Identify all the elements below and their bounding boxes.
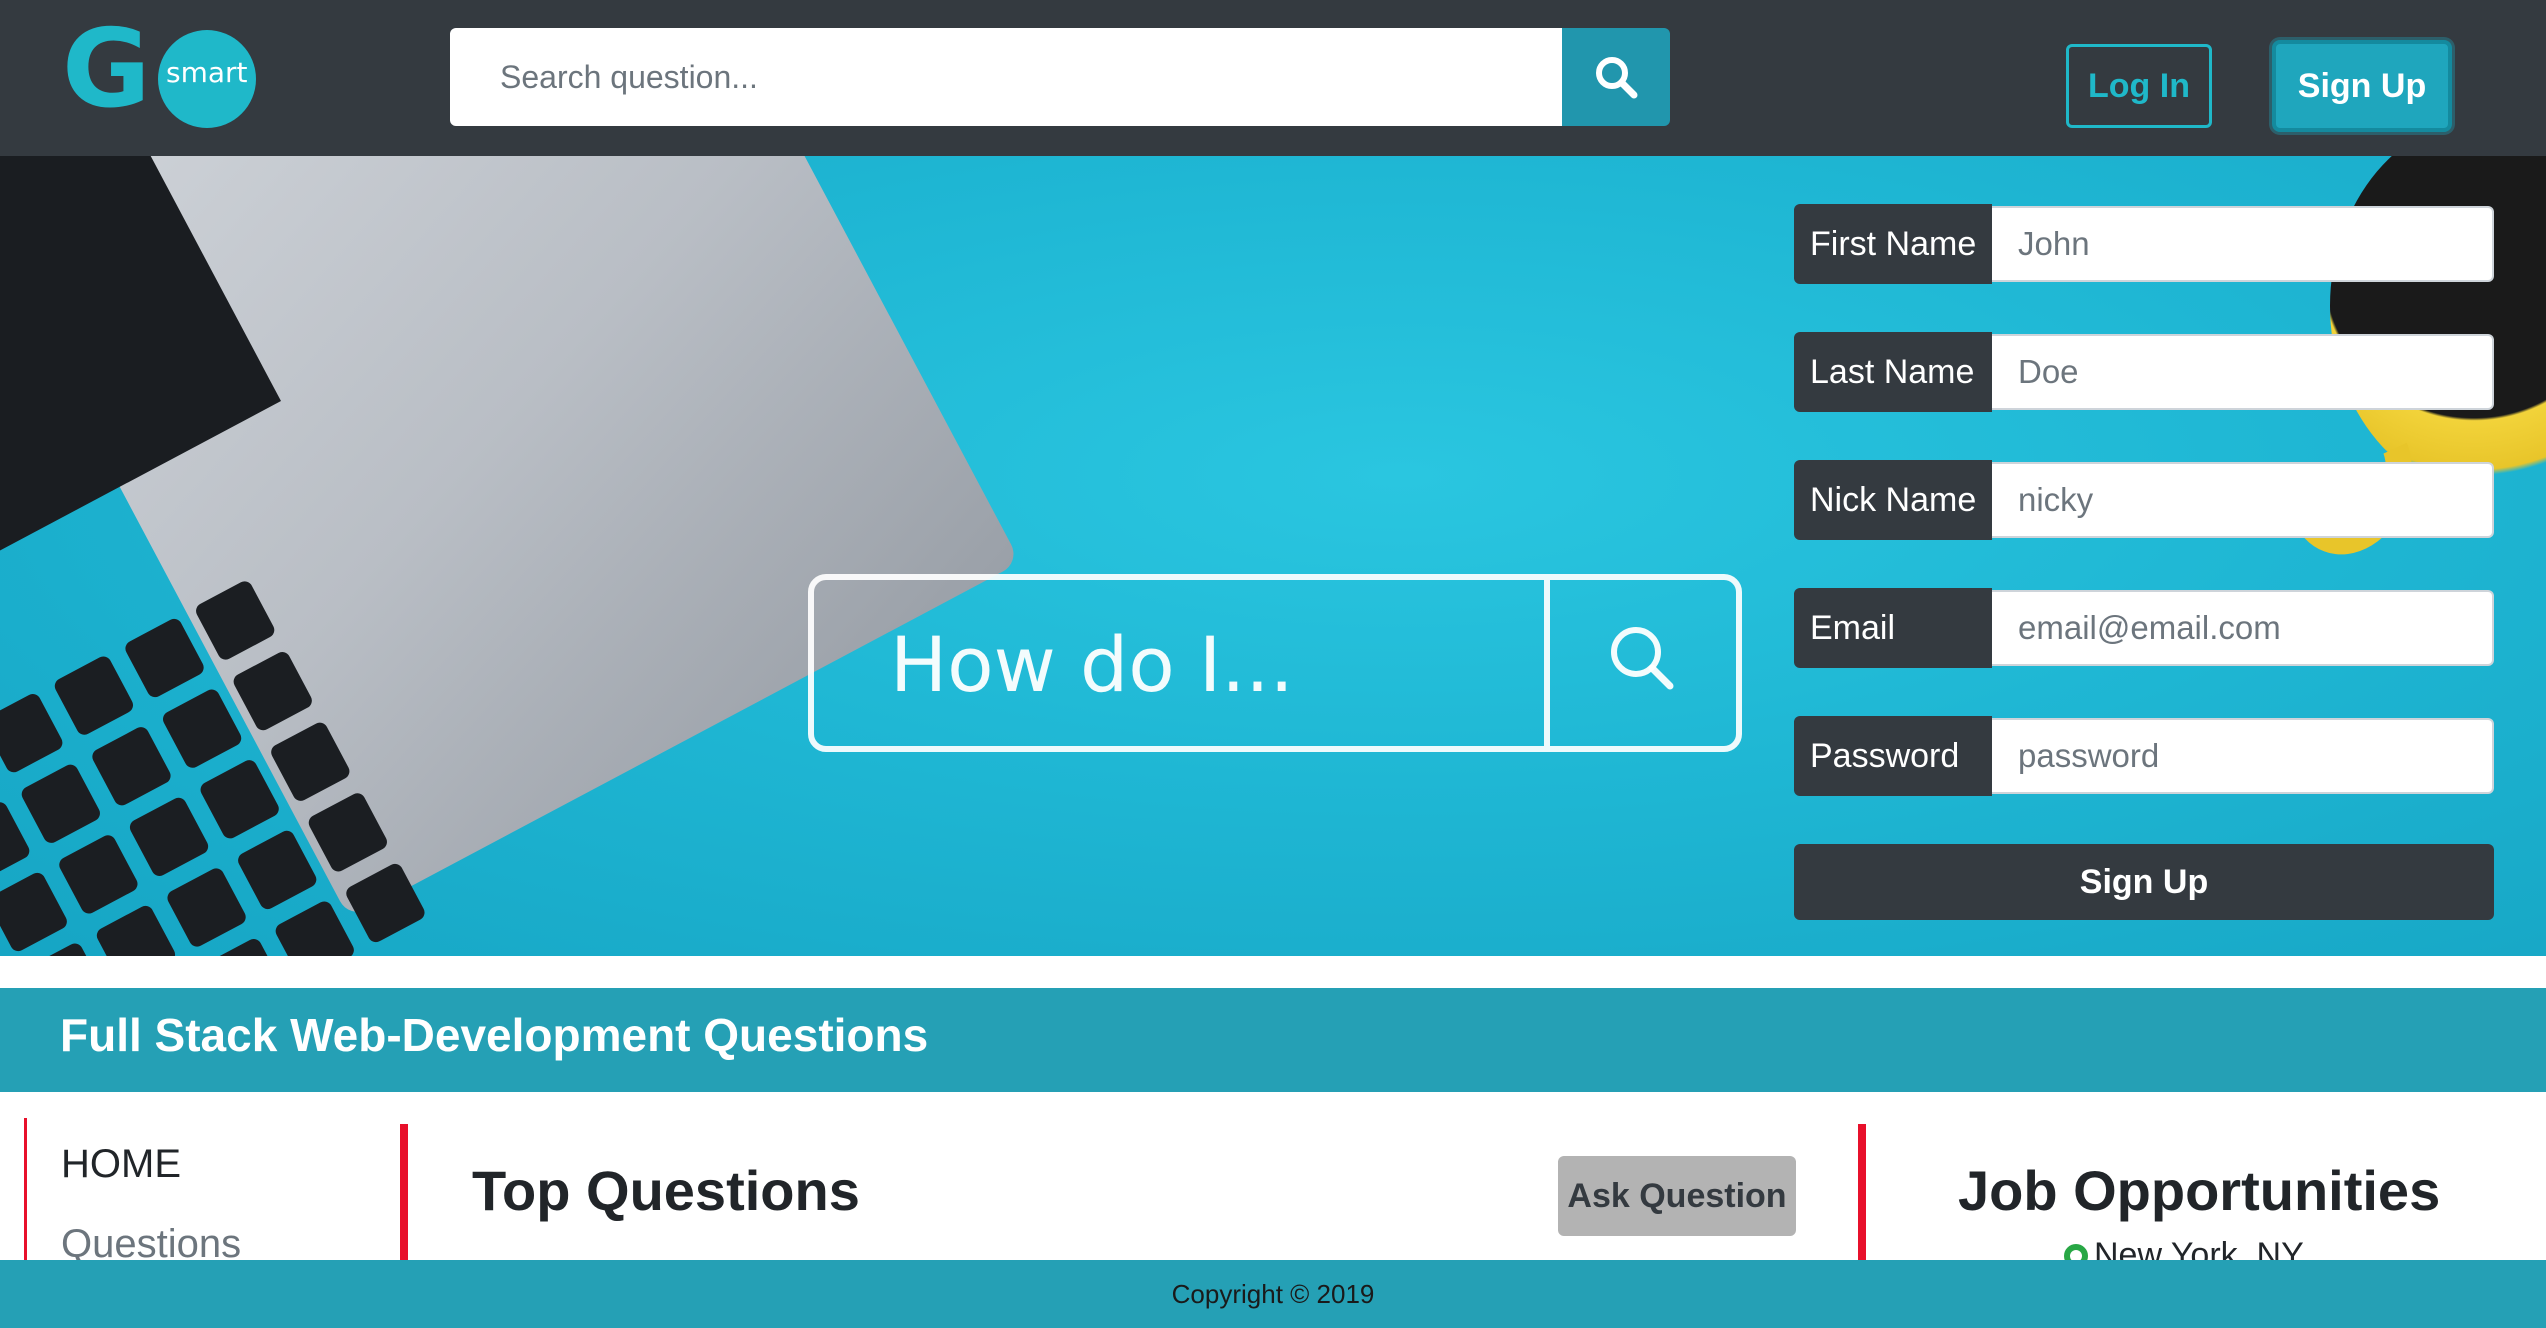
email-field[interactable] bbox=[1992, 590, 2494, 666]
logo-letter-g: G bbox=[62, 7, 151, 132]
nick-name-row: Nick Name bbox=[1794, 460, 2494, 540]
hero-search-graphic: How do I... bbox=[808, 574, 1742, 752]
ask-question-button[interactable]: Ask Question bbox=[1558, 1156, 1796, 1236]
first-name-field[interactable] bbox=[1992, 206, 2494, 282]
navbar: G smart Log In Sign Up bbox=[0, 0, 2546, 156]
search-button[interactable] bbox=[1562, 28, 1670, 126]
password-field[interactable] bbox=[1992, 718, 2494, 794]
section-title: Full Stack Web-Development Questions bbox=[60, 1009, 929, 1061]
section-header-bar: Full Stack Web-Development Questions bbox=[0, 988, 2546, 1092]
logo-smart-text: smart bbox=[166, 56, 248, 89]
nick-name-label: Nick Name bbox=[1794, 460, 1992, 540]
gosmart-logo[interactable]: G smart bbox=[62, 16, 262, 128]
signup-nav-button[interactable]: Sign Up bbox=[2272, 40, 2452, 132]
search-icon bbox=[1596, 57, 1638, 99]
password-row: Password bbox=[1794, 716, 2494, 796]
top-questions-heading: Top Questions bbox=[472, 1159, 860, 1222]
footer: Copyright © 2019 bbox=[0, 1260, 2546, 1328]
signup-submit-button[interactable]: Sign Up bbox=[1794, 844, 2494, 920]
password-label: Password bbox=[1794, 716, 1992, 796]
nick-name-field[interactable] bbox=[1992, 462, 2494, 538]
search-input[interactable] bbox=[450, 28, 1562, 126]
email-row: Email bbox=[1794, 588, 2494, 668]
first-name-label: First Name bbox=[1794, 204, 1992, 284]
first-name-row: First Name bbox=[1794, 204, 2494, 284]
job-opportunities-heading: Job Opportunities bbox=[1958, 1159, 2441, 1222]
hero-search-text: How do I... bbox=[890, 620, 1294, 709]
login-button[interactable]: Log In bbox=[2066, 44, 2212, 128]
last-name-row: Last Name bbox=[1794, 332, 2494, 412]
last-name-label: Last Name bbox=[1794, 332, 1992, 412]
nav-item-home[interactable]: HOME bbox=[61, 1142, 181, 1187]
email-label: Email bbox=[1794, 588, 1992, 668]
magnifier-icon bbox=[1611, 627, 1674, 690]
copyright-text: Copyright © 2019 bbox=[1171, 1278, 1375, 1309]
hero-search-divider bbox=[1544, 580, 1550, 746]
last-name-field[interactable] bbox=[1992, 334, 2494, 410]
